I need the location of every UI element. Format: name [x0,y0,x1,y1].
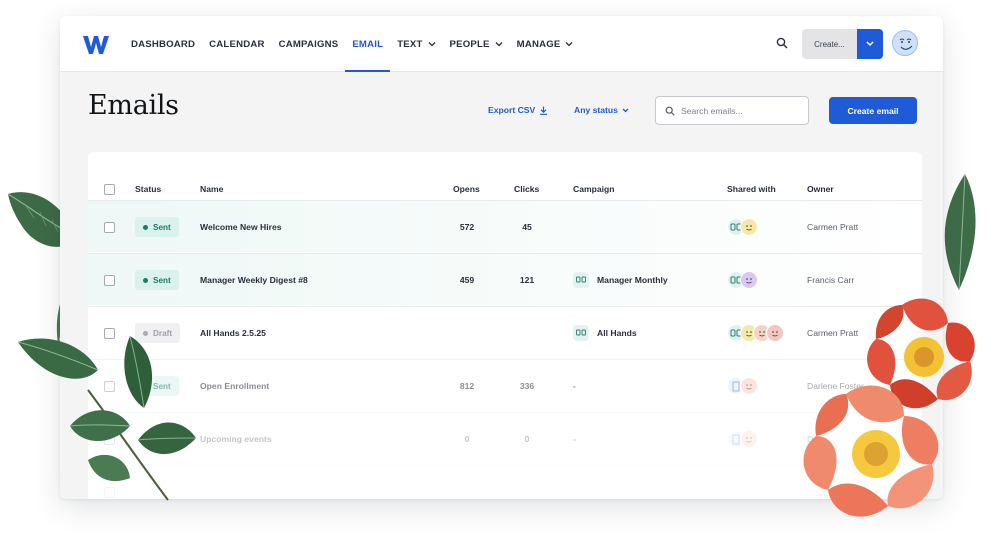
opens-value: 0 [464,434,470,444]
clicks-value: 45 [522,222,532,232]
table-row[interactable]: Draft All Hands 2.5.25 All Hands Carmen … [88,306,922,358]
status-dot-icon [143,224,148,230]
nav-item-label: TEXT [397,38,423,50]
campaign-link[interactable]: All Hands [573,307,637,359]
face-avatar-icon [740,218,758,236]
opens-value: 812 [459,381,475,391]
status-label: Sent [153,222,171,232]
nav-item-label: EMAIL [352,38,384,50]
clicks-value: 121 [519,275,535,285]
create-dropdown-button[interactable] [857,29,883,59]
campaign-icon [573,325,589,341]
row-checkbox[interactable] [104,221,115,233]
opens-value: 459 [459,275,475,285]
face-avatar-icon [740,430,758,448]
export-csv-label: Export CSV [488,105,536,115]
brand-logo-icon[interactable] [83,36,109,54]
face-avatar-icon [740,271,758,289]
download-icon [540,106,548,115]
leaf-branch-decoration-icon [18,335,197,501]
clicks-value: 336 [519,381,535,391]
flower-decoration-icon [803,385,939,517]
campaign-name: Manager Monthly [597,275,668,285]
campaign-value: - [573,434,576,444]
status-badge: Sent [135,270,179,290]
nav-item-label: CAMPAIGNS [278,38,339,50]
search-emails-input[interactable] [681,105,801,116]
nav-item-dashboard[interactable]: DASHBOARD [124,16,202,72]
search-icon[interactable] [776,37,788,49]
search-icon [665,106,675,116]
status-filter-dropdown[interactable]: Any status [574,105,629,115]
nav-item-label: CALENDAR [209,38,265,50]
table-row[interactable]: Sent Manager Weekly Digest #8 459 121 Ma… [88,253,922,305]
table-row[interactable]: Sent Welcome New Hires 572 45 Carmen Pra… [88,200,922,252]
nav-item-email[interactable]: EMAIL [345,16,391,72]
page-title: Emails [88,90,179,121]
search-field[interactable] [655,96,809,125]
export-csv-link[interactable]: Export CSV [488,105,548,115]
campaign-link[interactable]: Manager Monthly [573,254,668,306]
nav-item-label: DASHBOARD [131,38,196,50]
chevron-down-icon [866,41,874,47]
shared-with-avatars [727,360,758,412]
campaign-icon [573,272,589,288]
nav-item-calendar[interactable]: CALENDAR [202,16,271,72]
nav-item-people[interactable]: PEOPLE [443,16,510,72]
chevron-down-icon [622,108,629,112]
top-navigation: DASHBOARD CALENDAR CAMPAIGNS EMAIL TEXT PEOPL… [60,16,943,72]
chevron-down-icon [495,42,503,47]
select-all-checkbox[interactable] [104,183,115,195]
table-row[interactable]: Sent Open Enrollment 812 336 - Darlene F… [88,359,922,411]
nav-item-manage[interactable]: MANAGE [510,16,581,72]
shared-with-avatars [727,201,758,253]
owner-name: Carmen Pratt [807,328,859,338]
owner-name: Carmen Pratt [807,222,859,232]
shared-with-avatars [727,413,758,465]
table-row [88,465,922,499]
table-row[interactable]: Upcoming events 0 0 - D [88,412,922,464]
face-illustration-icon [899,38,913,50]
chevron-down-icon [566,42,573,47]
shared-with-avatars [727,254,758,306]
opens-value: 572 [459,222,475,232]
email-name[interactable]: All Hands 2.5.25 [200,307,266,359]
email-name[interactable]: Welcome New Hires [200,201,282,253]
campaign-name: All Hands [597,328,637,338]
nav-item-label: MANAGE [516,38,561,50]
chevron-down-icon [428,42,435,47]
nav-item-text[interactable]: TEXT [390,16,442,72]
status-label: Sent [153,275,171,285]
create-email-button[interactable]: Create email [829,97,917,124]
face-avatar-icon [766,324,784,342]
nav-item-campaigns[interactable]: CAMPAIGNS [272,16,346,72]
nav-item-label: PEOPLE [449,38,490,50]
row-checkbox[interactable] [104,274,115,286]
clicks-value: 0 [524,434,530,444]
emails-table: Status Name Opens Clicks Campaign Shared… [88,152,922,499]
nav-menu: DASHBOARD CALENDAR CAMPAIGNS EMAIL TEXT PEOPL… [124,16,580,72]
email-name[interactable]: Upcoming events [200,413,272,465]
email-name[interactable]: Open Enrollment [200,360,269,412]
status-filter-label: Any status [574,105,618,115]
user-avatar[interactable] [892,30,918,56]
status-dot-icon [143,277,148,283]
campaign-value: - [573,381,576,391]
status-badge: Sent [135,217,179,237]
face-avatar-icon [740,377,758,395]
email-name[interactable]: Manager Weekly Digest #8 [200,254,308,306]
create-split-button: Create... [802,29,883,59]
owner-name: Francis Carr [807,275,855,285]
shared-with-avatars [727,307,784,359]
create-button[interactable]: Create... [802,29,857,59]
